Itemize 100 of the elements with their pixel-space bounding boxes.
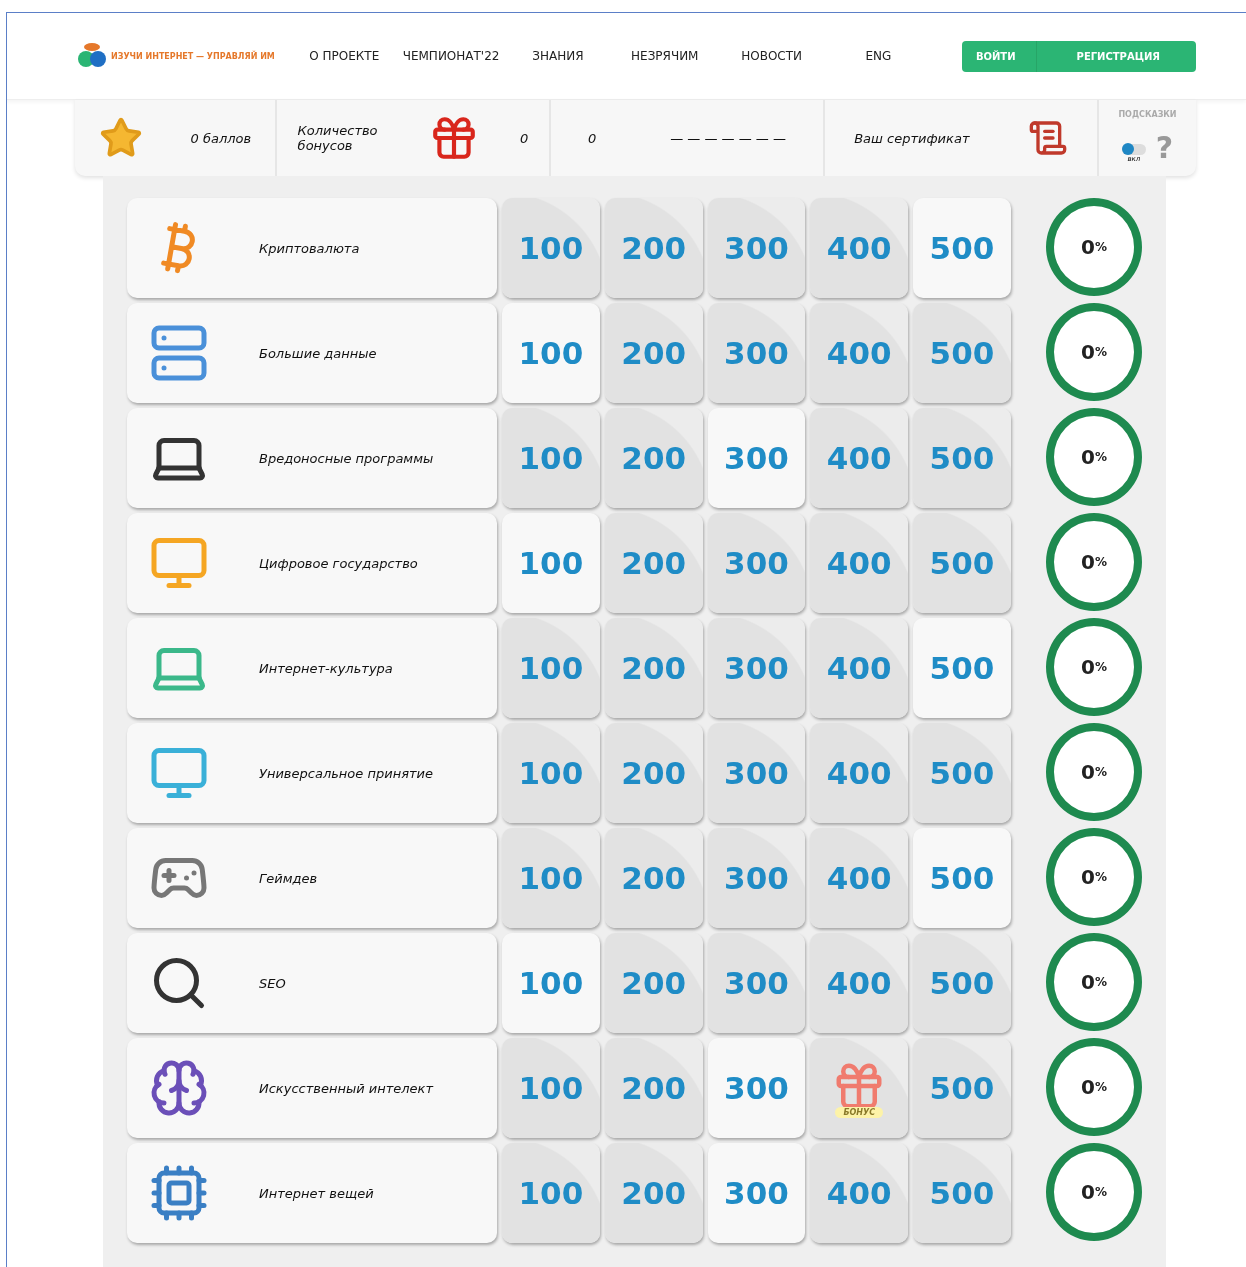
login-button[interactable]: ВОЙТИ	[961, 40, 1036, 72]
score-tile[interactable]: 500	[913, 303, 1011, 403]
progress-value: 0	[1080, 340, 1095, 364]
score-tile[interactable]: 100	[502, 303, 600, 403]
topic-name: Искусственный интелект	[259, 1080, 434, 1096]
score-tile[interactable]: 300	[707, 618, 806, 718]
percent-sign: %	[1094, 975, 1107, 989]
score-tile[interactable]: 200	[604, 408, 703, 508]
topic-card[interactable]: Интернет вещей	[127, 1143, 498, 1243]
score-tile[interactable]: 100	[502, 1038, 600, 1138]
topic-card[interactable]: Универсальное принятие	[127, 723, 498, 823]
hints-toggle[interactable]	[1121, 144, 1146, 155]
score-tile[interactable]: 200	[604, 618, 703, 718]
progress-value: 0	[1080, 655, 1095, 679]
score-tile[interactable]: 500	[913, 723, 1011, 823]
score-tile[interactable]: 100	[502, 513, 600, 613]
server-icon	[149, 323, 209, 383]
score-tile[interactable]: 100	[502, 828, 600, 928]
percent-sign: %	[1094, 765, 1107, 779]
progress-value: 0	[1080, 1180, 1095, 1204]
topic-name: Интернет-культура	[259, 660, 393, 676]
score-tile[interactable]: 200	[604, 723, 703, 823]
score-tile[interactable]: 300	[707, 723, 806, 823]
score-tile[interactable]: 500	[913, 933, 1011, 1033]
bonus-tile[interactable]: БОНУС	[810, 1038, 909, 1138]
topic-card[interactable]: SEO	[127, 933, 498, 1033]
topic-card[interactable]: Геймдев	[127, 828, 498, 928]
hints-label: ПОДСКАЗКИ	[1118, 110, 1177, 119]
score-tile[interactable]: 400	[810, 198, 909, 298]
topic-card[interactable]: Искусственный интелект	[127, 1038, 498, 1138]
score-tile[interactable]: 300	[707, 198, 806, 298]
topic-card[interactable]: Интернет-культура	[127, 618, 498, 718]
score-tile[interactable]: 400	[810, 408, 909, 508]
score-tile[interactable]: 200	[604, 828, 703, 928]
score-tile[interactable]: 200	[604, 198, 703, 298]
progress-value: 0	[1080, 865, 1095, 889]
percent-sign: %	[1094, 345, 1107, 359]
help-icon[interactable]: ?	[1155, 133, 1174, 163]
score-tile[interactable]: 200	[604, 1038, 703, 1138]
score-tile[interactable]: 100	[502, 1143, 600, 1243]
score-tile[interactable]: 200	[604, 1143, 703, 1243]
bonus-label: БОНУС	[835, 1106, 884, 1118]
score-tile[interactable]: 100	[502, 408, 600, 508]
score-tile[interactable]: 200	[604, 513, 703, 613]
score-tile[interactable]: 500	[913, 198, 1011, 298]
score-tile[interactable]: 400	[810, 303, 909, 403]
progress-value: 0	[1080, 235, 1095, 259]
logo-icon	[77, 42, 107, 70]
score-tile[interactable]: 100	[502, 198, 600, 298]
topic-name: Цифровое государство	[259, 555, 418, 571]
score-tile[interactable]: 400	[810, 828, 909, 928]
score-tile[interactable]: 400	[810, 513, 909, 613]
score-tile[interactable]: 400	[810, 723, 909, 823]
score-tile[interactable]: 100	[502, 933, 600, 1033]
progress-value: 0	[1080, 550, 1095, 574]
topic-name: SEO	[259, 975, 286, 991]
score-tile[interactable]: 300	[707, 1143, 806, 1243]
score-tile[interactable]: 300	[707, 1038, 806, 1138]
percent-sign: %	[1094, 1080, 1107, 1094]
nav-link[interactable]: НЕЗРЯЧИМ	[611, 49, 719, 63]
nav-link[interactable]: ЗНАНИЯ	[504, 49, 612, 63]
score-tile[interactable]: 500	[913, 1143, 1011, 1243]
score-tile[interactable]: 300	[707, 933, 806, 1033]
score-tile[interactable]: 300	[707, 513, 806, 613]
score-tile[interactable]: 400	[810, 1143, 909, 1243]
topic-name: Криптовалюта	[259, 240, 360, 256]
nav-link[interactable]: НОВОСТИ	[718, 49, 826, 63]
topic-card[interactable]: Криптовалюта	[127, 198, 498, 298]
score-tile[interactable]: 500	[913, 408, 1011, 508]
score-tile[interactable]: 400	[810, 933, 909, 1033]
score-tile[interactable]: 100	[502, 723, 600, 823]
topic-name: Интернет вещей	[259, 1185, 374, 1201]
nav-link[interactable]: ENG	[825, 49, 932, 63]
topic-card[interactable]: Вредоносные программы	[127, 408, 498, 508]
score-tile[interactable]: 200	[604, 933, 703, 1033]
score-tile[interactable]: 300	[707, 828, 806, 928]
score-tile[interactable]: 500	[913, 1038, 1011, 1138]
score-tile[interactable]: 400	[810, 618, 909, 718]
scroll-icon	[1027, 118, 1068, 158]
percent-sign: %	[1094, 870, 1107, 884]
score-tile[interactable]: 100	[502, 618, 600, 718]
percent-sign: %	[1094, 450, 1107, 464]
score-tile[interactable]: 500	[913, 618, 1011, 718]
nav-link[interactable]: ЧЕМПИОНАТ'22	[397, 49, 505, 63]
percent-sign: %	[1094, 555, 1107, 569]
topic-card[interactable]: Цифровое государство	[127, 513, 498, 613]
score-tile[interactable]: 200	[604, 303, 703, 403]
nav-link[interactable]: О ПРОЕКТЕ	[290, 49, 398, 63]
progress-value: 0	[1080, 445, 1095, 469]
topic-name: Геймдев	[259, 870, 318, 886]
score-tile[interactable]: 500	[913, 513, 1011, 613]
points-text: 0 баллов	[190, 130, 252, 146]
register-button[interactable]: РЕГИСТРАЦИЯ	[1035, 40, 1197, 72]
score-tile[interactable]: 500	[913, 828, 1011, 928]
topic-name: Универсальное принятие	[259, 765, 433, 781]
score-tile[interactable]: 300	[707, 303, 806, 403]
topic-card[interactable]: Большие данные	[127, 303, 498, 403]
score-tile[interactable]: 300	[707, 408, 806, 508]
topic-name: Вредоносные программы	[259, 450, 434, 466]
dashes-text: — — — — — — —	[670, 130, 786, 146]
